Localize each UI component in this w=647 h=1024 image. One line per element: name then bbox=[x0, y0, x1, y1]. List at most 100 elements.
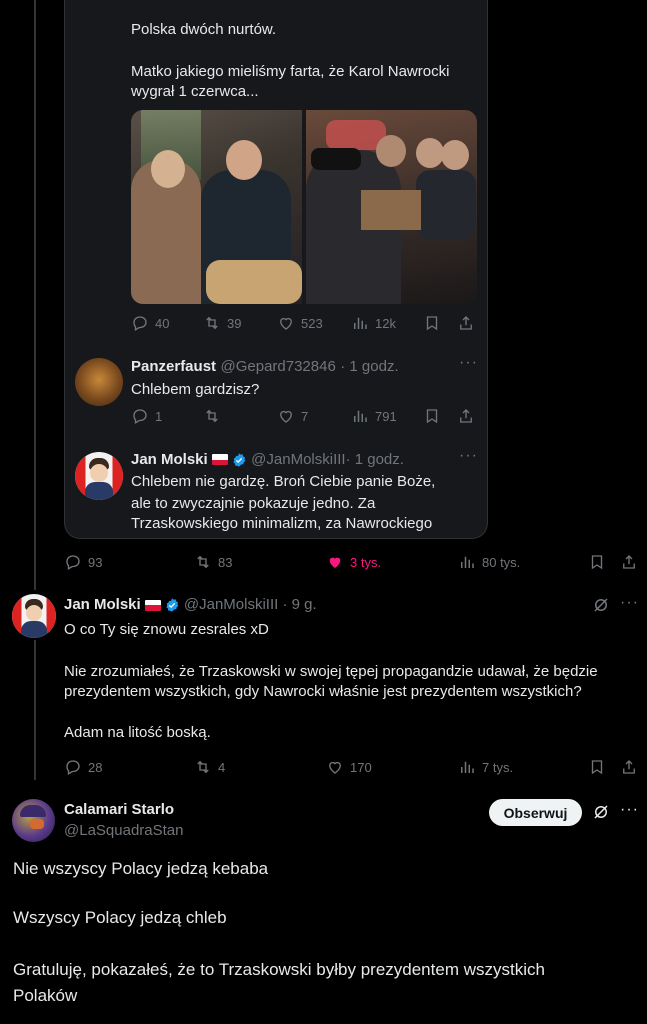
views-icon bbox=[461, 761, 474, 773]
views-count: 12k bbox=[375, 315, 396, 331]
repost-button[interactable]: 4 bbox=[194, 758, 225, 776]
author-handle[interactable]: @Gepard732846 bbox=[220, 358, 335, 375]
like-button[interactable]: 3 tys. bbox=[326, 553, 381, 571]
share-icon bbox=[623, 555, 635, 569]
views-count: 791 bbox=[375, 408, 397, 424]
quoted-post-line1: Polska dwóch nurtów. bbox=[131, 21, 277, 38]
verified-badge-icon bbox=[233, 453, 245, 467]
reply-button[interactable]: 28 bbox=[64, 758, 102, 776]
bookmark-icon bbox=[591, 760, 603, 775]
author-name[interactable]: Calamari Starlo bbox=[64, 801, 174, 818]
post-time[interactable]: · 1 godz. bbox=[340, 358, 398, 375]
reply-icon bbox=[133, 409, 147, 424]
repost-button[interactable] bbox=[203, 407, 221, 425]
reply-icon bbox=[66, 760, 80, 775]
views-button[interactable]: 7 tys. bbox=[458, 758, 513, 776]
bookmark-icon bbox=[426, 409, 438, 424]
heart-icon bbox=[329, 761, 341, 774]
share-button[interactable] bbox=[620, 758, 638, 776]
views-button[interactable]: 80 tys. bbox=[458, 553, 520, 571]
repost-count: 4 bbox=[218, 759, 226, 775]
reply-icon bbox=[133, 316, 147, 331]
like-button[interactable]: 523 bbox=[277, 314, 323, 332]
thread-line-top bbox=[34, 0, 36, 590]
reply-button[interactable]: 40 bbox=[131, 314, 169, 332]
like-count: 523 bbox=[301, 315, 323, 331]
author-handle[interactable]: @JanMolskiIII bbox=[251, 451, 345, 468]
views-icon bbox=[461, 556, 474, 568]
outer-post-actions: 93 83 3 tys. 80 tys. bbox=[0, 552, 647, 572]
more-options-icon[interactable]: ··· bbox=[459, 447, 478, 465]
post-text-p3: Adam na litość boską. bbox=[64, 724, 211, 741]
views-icon bbox=[354, 410, 367, 422]
more-options-icon[interactable]: ··· bbox=[459, 354, 478, 372]
reply-button[interactable]: 1 bbox=[131, 407, 162, 425]
reply-text-line-2: ale to zwyczajnie pokazuje jedno. Za bbox=[131, 495, 376, 512]
photo-cafe-right[interactable] bbox=[306, 110, 477, 304]
quoted-post-media[interactable] bbox=[131, 110, 477, 304]
post-text-p1: O co Ty się znowu zesrales xD bbox=[64, 621, 269, 638]
share-button[interactable] bbox=[457, 314, 475, 332]
molski-post-actions: 28 4 170 7 tys. bbox=[0, 757, 647, 777]
post-text-p3a: Gratuluję, pokazałeś, że to Trzaskowski … bbox=[13, 960, 545, 979]
share-button[interactable] bbox=[457, 407, 475, 425]
bookmark-button[interactable] bbox=[423, 407, 441, 425]
post-text-p1: Nie wszyscy Polacy jedzą kebaba bbox=[13, 859, 269, 878]
author-handle[interactable]: @JanMolskiIII bbox=[184, 596, 278, 613]
views-icon bbox=[354, 317, 367, 329]
post-text-p3b: Polaków bbox=[13, 986, 78, 1005]
more-options-icon[interactable]: ··· bbox=[620, 594, 639, 612]
bookmark-button[interactable] bbox=[588, 758, 606, 776]
like-button[interactable]: 7 bbox=[277, 407, 308, 425]
author-name[interactable]: Jan Molski bbox=[64, 596, 141, 613]
repost-count: 39 bbox=[227, 315, 242, 331]
heart-icon bbox=[280, 317, 292, 330]
post-text-p2b: prezydentem wszystkich, gdy Nawrocki wła… bbox=[64, 683, 582, 700]
quoted-thread-card[interactable]: Polska dwóch nurtów. Matko jakiego mieli… bbox=[64, 0, 488, 539]
avatar-jan-molski[interactable] bbox=[12, 594, 56, 638]
like-count: 3 tys. bbox=[350, 554, 382, 570]
post-text-p2a: Nie zrozumiałeś, że Trzaskowski w swojej… bbox=[64, 663, 598, 680]
avatar-calamari-starlo[interactable] bbox=[12, 799, 55, 842]
avatar-jan-molski[interactable] bbox=[75, 452, 123, 500]
post-time[interactable]: · 9 g. bbox=[282, 596, 316, 613]
reply-count: 28 bbox=[88, 759, 103, 775]
reply-count: 1 bbox=[155, 408, 163, 424]
poland-flag-icon bbox=[144, 599, 161, 611]
more-options-icon[interactable]: ··· bbox=[620, 801, 639, 819]
reply-button[interactable]: 93 bbox=[64, 553, 102, 571]
bookmark-button[interactable] bbox=[588, 553, 606, 571]
views-button[interactable]: 12k bbox=[351, 314, 396, 332]
views-count: 7 tys. bbox=[482, 759, 514, 775]
share-button[interactable] bbox=[620, 553, 638, 571]
like-count: 170 bbox=[350, 759, 372, 775]
heart-icon bbox=[280, 410, 292, 423]
share-icon bbox=[623, 760, 635, 774]
photo-train-left[interactable] bbox=[131, 110, 302, 304]
like-count: 7 bbox=[301, 408, 309, 424]
panzer-actions: 1 7 791 bbox=[65, 406, 487, 426]
reply-text-line-3: Trzaskowskiego minimalizm, za Nawrockieg… bbox=[131, 515, 433, 532]
grok-icon[interactable] bbox=[592, 596, 610, 614]
quoted-post-line2a: Matko jakiego mieliśmy farta, że Karol N… bbox=[131, 63, 450, 80]
quoted-post-actions: 40 39 523 12k bbox=[65, 313, 487, 333]
repost-icon bbox=[206, 409, 218, 423]
follow-button[interactable]: Obserwuj bbox=[489, 799, 582, 826]
bookmark-icon bbox=[426, 316, 438, 331]
repost-icon bbox=[197, 555, 209, 569]
poland-flag-icon bbox=[211, 454, 228, 466]
verified-badge-icon bbox=[166, 598, 178, 612]
author-name[interactable]: Panzerfaust bbox=[131, 358, 216, 375]
like-button[interactable]: 170 bbox=[326, 758, 372, 776]
author-name[interactable]: Jan Molski bbox=[131, 451, 208, 468]
post-time[interactable]: · 1 godz. bbox=[346, 451, 404, 468]
views-button[interactable]: 791 bbox=[351, 407, 397, 425]
bookmark-button[interactable] bbox=[423, 314, 441, 332]
repost-button[interactable]: 83 bbox=[194, 553, 232, 571]
reply-text-line-1: Chlebem nie gardzę. Broń Ciebie panie Bo… bbox=[131, 473, 436, 490]
author-handle[interactable]: @LaSquadraStan bbox=[64, 822, 183, 839]
repost-count: 83 bbox=[218, 554, 233, 570]
avatar-panzerfaust[interactable] bbox=[75, 358, 123, 406]
repost-button[interactable]: 39 bbox=[203, 314, 241, 332]
grok-icon[interactable] bbox=[592, 803, 610, 821]
